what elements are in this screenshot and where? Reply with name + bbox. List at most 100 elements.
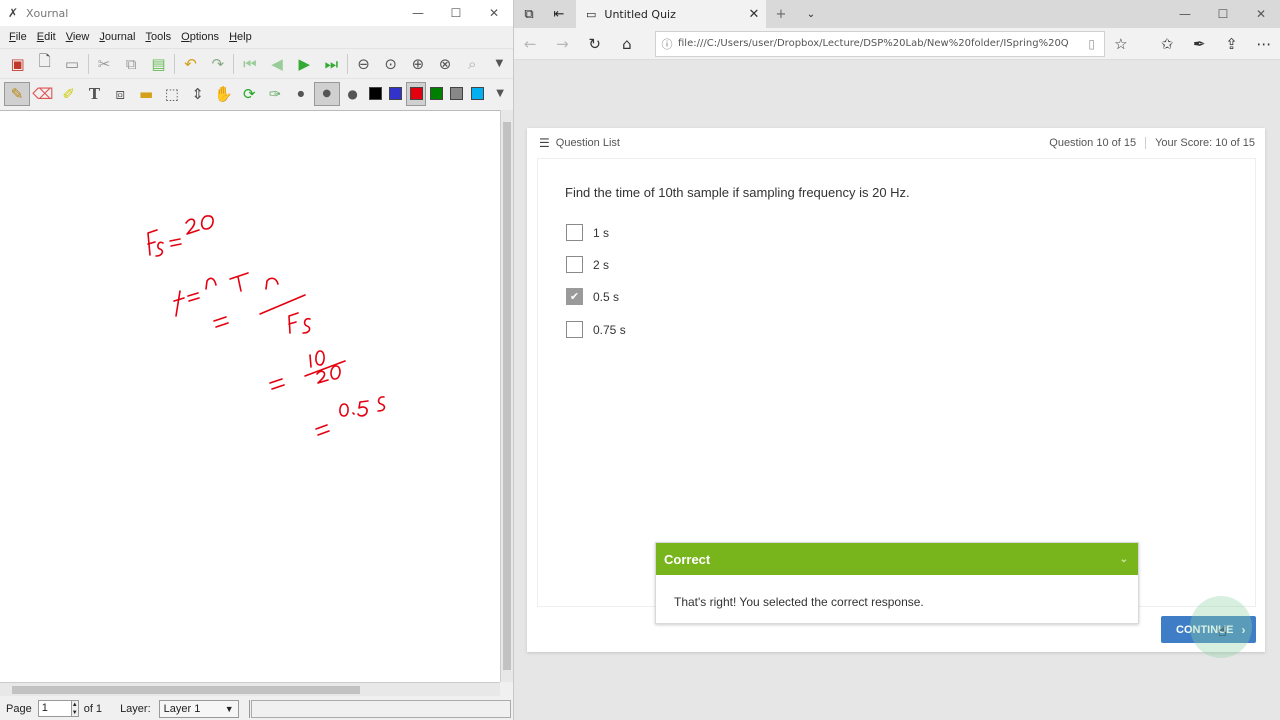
xournal-app-icon: ✗: [8, 6, 19, 20]
menu-file[interactable]: File: [4, 31, 32, 43]
highlighter-tool-icon[interactable]: ✐: [56, 82, 82, 106]
minimize-button[interactable]: —: [1166, 0, 1204, 28]
zoom-page-icon[interactable]: ⊗: [431, 52, 458, 76]
pen-tool-icon[interactable]: ✎: [4, 81, 30, 106]
share-icon[interactable]: ⇪: [1215, 28, 1247, 60]
redo-icon[interactable]: ↷: [204, 52, 231, 76]
toolbar-overflow-icon[interactable]: ▼: [486, 52, 513, 76]
select-rect-icon[interactable]: ⬚: [159, 82, 185, 106]
feedback-header: Correct ⌄: [656, 543, 1138, 575]
address-bar[interactable]: ⓘ file:///C:/Users/user/Dropbox/Lecture/…: [655, 30, 1105, 57]
hand-tool-icon[interactable]: ✋: [211, 82, 237, 106]
maximize-button[interactable]: ☐: [1204, 0, 1242, 28]
reading-view-icon[interactable]: ▯: [1080, 37, 1104, 51]
layer-select[interactable]: Layer 1 ▼: [158, 699, 239, 718]
cut-icon[interactable]: ✂: [90, 52, 117, 76]
home-icon[interactable]: ⌂: [611, 28, 643, 60]
feedback-popup: Correct ⌄ That's right! You selected the…: [655, 542, 1139, 624]
answer-option[interactable]: ✔ 0.5 s: [566, 288, 619, 305]
maximize-button[interactable]: ☐: [437, 0, 475, 26]
menu-help[interactable]: Help: [224, 31, 257, 43]
new-page-icon[interactable]: 🗋: [31, 52, 58, 76]
first-page-icon[interactable]: ⏮: [236, 52, 263, 76]
checkbox-checked[interactable]: ✔: [566, 288, 583, 305]
answer-option[interactable]: 0.75 s: [566, 321, 626, 338]
last-page-icon[interactable]: ⏭: [318, 52, 345, 76]
forward-arrow-icon[interactable]: →: [546, 28, 578, 60]
paste-icon[interactable]: ▤: [145, 52, 172, 76]
tab-untitled-quiz[interactable]: ▭ Untitled Quiz ✕: [576, 0, 766, 28]
more-icon[interactable]: ⋯: [1248, 28, 1280, 60]
ruler-icon[interactable]: ▬: [133, 82, 159, 106]
menu-tools[interactable]: Tools: [140, 31, 176, 43]
color-gray-swatch[interactable]: [447, 82, 467, 106]
color-black-swatch[interactable]: [365, 82, 385, 106]
save-icon[interactable]: ▣: [4, 52, 31, 76]
color-red-swatch[interactable]: [406, 81, 427, 106]
xournal-titlebar: ✗ Xournal — ☐ ✕: [0, 0, 513, 26]
toolbar-overflow-icon[interactable]: ▼: [487, 82, 513, 106]
vertical-space-icon[interactable]: ⇕: [185, 82, 211, 106]
undo-icon[interactable]: ↶: [177, 52, 204, 76]
tab-close-icon[interactable]: ✕: [742, 7, 766, 22]
toolbar-divider: [233, 53, 235, 74]
zoom-in-icon[interactable]: ⊕: [404, 52, 431, 76]
checkbox[interactable]: [566, 224, 583, 241]
prev-page-icon[interactable]: ◀: [263, 52, 290, 76]
new-tab-icon[interactable]: +: [766, 0, 796, 28]
color-blue-swatch[interactable]: [386, 82, 406, 106]
hand-cursor-icon: ☝: [1218, 624, 1227, 640]
next-page-icon[interactable]: ▶: [291, 52, 318, 76]
page-count-label: of 1: [83, 702, 103, 715]
eraser-tool-icon[interactable]: ⌫: [30, 82, 56, 106]
page-number-input[interactable]: 1 ▲ ▼: [37, 700, 79, 717]
color-green-swatch[interactable]: [426, 82, 446, 106]
refresh-icon[interactable]: ↻: [579, 28, 611, 60]
medium-pen-icon[interactable]: ●: [313, 81, 340, 106]
quiz-header: ☰ Question List Question 10 of 15 Your S…: [527, 128, 1265, 158]
zoom-out-icon[interactable]: ⊖: [350, 52, 377, 76]
tab-preview-chevron-icon[interactable]: ⌄: [796, 0, 826, 28]
shape-recognizer-icon[interactable]: ⧈: [107, 82, 133, 106]
thick-pen-icon[interactable]: ●: [340, 82, 366, 106]
menu-edit[interactable]: Edit: [32, 31, 61, 43]
answer-option[interactable]: 1 s: [566, 224, 609, 241]
menu-journal[interactable]: Journal: [94, 31, 140, 43]
checkbox[interactable]: [566, 256, 583, 273]
open-folder-icon[interactable]: ▭: [58, 52, 85, 76]
dropdown-arrow-icon: ▼: [224, 703, 234, 714]
zoom-fit-icon[interactable]: ⊙: [377, 52, 404, 76]
zoom-set-icon[interactable]: ⌕: [459, 52, 486, 76]
edge-tabbar: ⧉ ⇤ ▭ Untitled Quiz ✕ + ⌄ — ☐ ✕: [514, 0, 1280, 28]
horizontal-scrollbar[interactable]: [0, 682, 500, 696]
question-list-link[interactable]: Question List: [556, 137, 620, 149]
checkbox[interactable]: [566, 321, 583, 338]
question-area: Find the time of 10th sample if sampling…: [537, 158, 1256, 624]
back-arrow-icon[interactable]: ←: [514, 28, 546, 60]
info-icon[interactable]: ⓘ: [656, 36, 678, 52]
page-label: Page: [6, 702, 32, 715]
minimize-button[interactable]: —: [399, 0, 437, 26]
question-list-icon[interactable]: ☰: [539, 136, 550, 150]
page-spinner[interactable]: ▲ ▼: [70, 700, 79, 717]
close-button[interactable]: ✕: [475, 0, 513, 26]
menu-view[interactable]: View: [61, 31, 95, 43]
favorites-hub-icon[interactable]: ✩: [1151, 28, 1183, 60]
default-tools-icon[interactable]: ⟳: [236, 82, 262, 106]
close-button[interactable]: ✕: [1242, 0, 1280, 28]
answer-option[interactable]: 2 s: [566, 256, 609, 273]
tab-actions-icon[interactable]: ⧉: [514, 0, 544, 28]
default-pen-icon[interactable]: ✑: [262, 82, 288, 106]
menu-options[interactable]: Options: [176, 31, 224, 43]
collapse-chevron-icon[interactable]: ⌄: [1120, 554, 1128, 565]
page-icon: ▭: [586, 7, 597, 21]
color-lightblue-swatch[interactable]: [467, 82, 487, 106]
xournal-canvas[interactable]: [0, 110, 500, 682]
thin-pen-icon[interactable]: ●: [288, 82, 314, 106]
copy-icon[interactable]: ⧉: [118, 52, 145, 76]
web-note-icon[interactable]: ✒: [1183, 28, 1215, 60]
text-tool-icon[interactable]: T: [82, 82, 108, 106]
vertical-scrollbar[interactable]: [500, 110, 513, 682]
set-tabs-aside-icon[interactable]: ⇤: [544, 0, 574, 28]
favorite-star-icon[interactable]: ☆: [1105, 28, 1137, 60]
